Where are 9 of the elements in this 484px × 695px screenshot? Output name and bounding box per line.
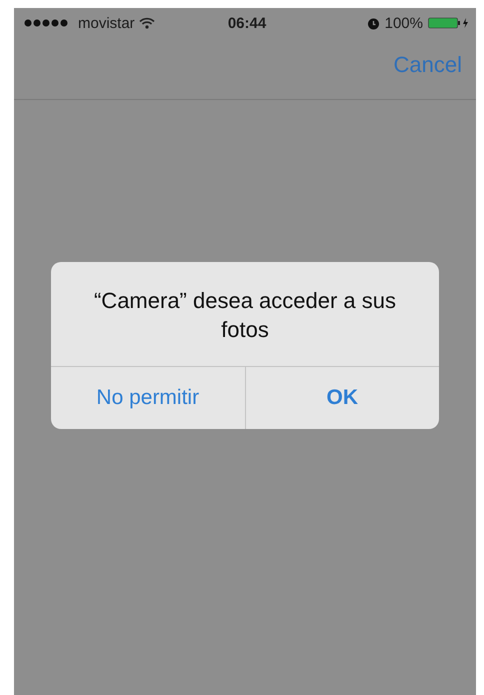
alert-message: “Camera” desea acceder a sus fotos <box>92 287 398 344</box>
alert-button[interactable]: No permitir <box>51 367 244 429</box>
battery-percentage: 100% <box>384 14 423 32</box>
wifi-icon <box>138 17 155 29</box>
alert-button[interactable]: OK <box>244 367 439 429</box>
alarm-clock-icon <box>366 16 380 30</box>
status-time: 06:44 <box>228 14 266 32</box>
carrier-name: movistar <box>78 14 135 32</box>
battery-charging-icon <box>428 17 470 29</box>
